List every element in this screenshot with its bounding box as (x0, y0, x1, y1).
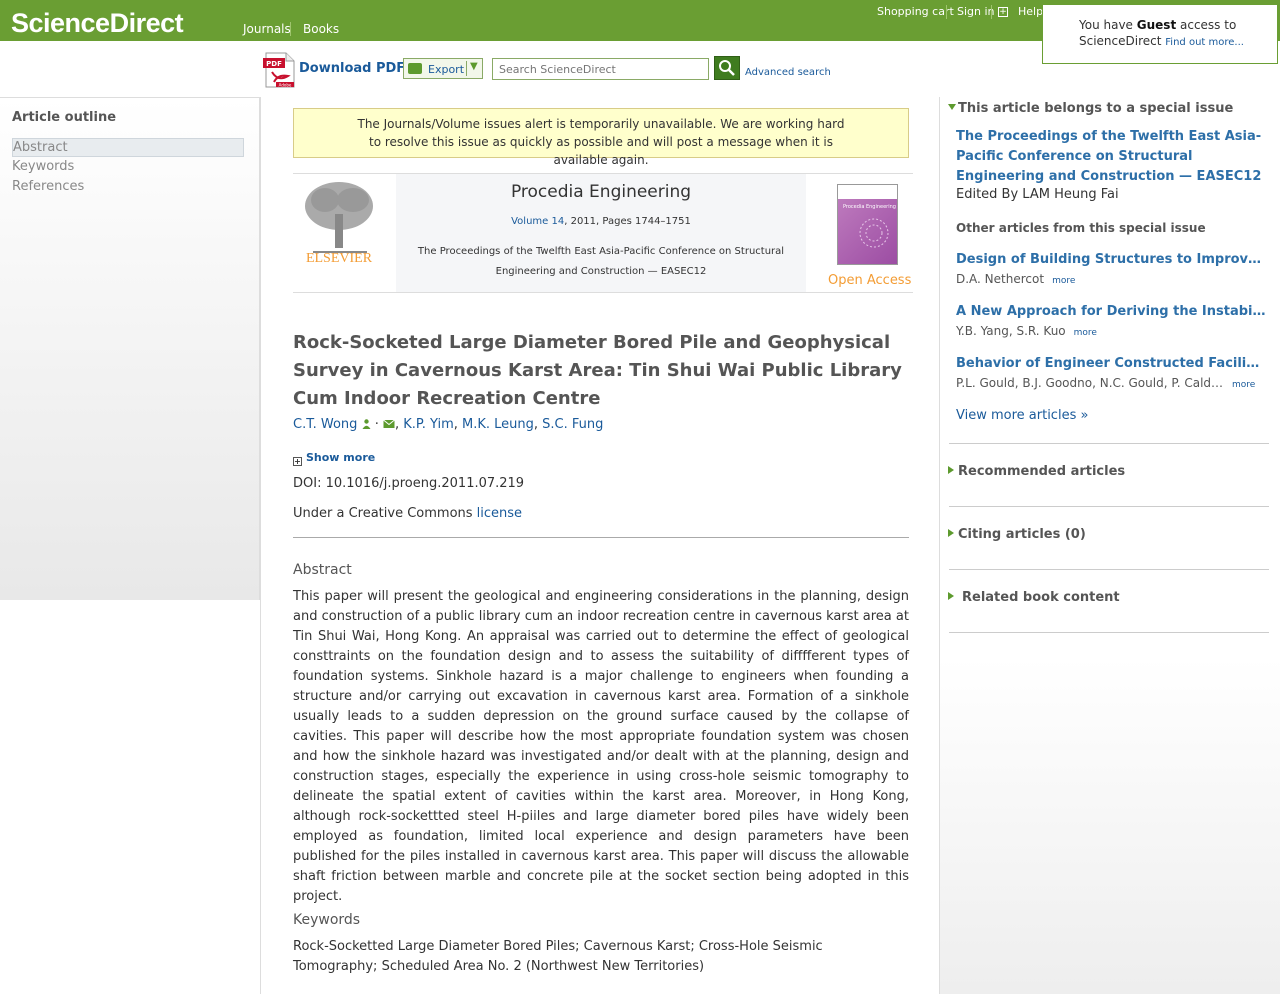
triangle-right-icon (948, 466, 954, 474)
other-article-authors: D.A. Nethercot more (956, 272, 1076, 286)
journal-name[interactable]: Procedia Engineering (396, 182, 806, 202)
special-issue-editor: Edited By LAM Heung Fai (956, 187, 1119, 202)
advanced-search-link[interactable]: Advanced search (745, 67, 831, 78)
outline-item-keywords[interactable]: Keywords (12, 158, 244, 177)
elsevier-logo[interactable]: ELSEVIER (293, 174, 395, 292)
expand-icon: + (293, 457, 302, 466)
email-icon[interactable] (383, 419, 395, 429)
show-more-toggle[interactable]: + Show more (293, 451, 375, 466)
article-outline: Article outline Abstract Keywords Refere… (0, 97, 260, 600)
chevron-down-icon[interactable]: ▼ (470, 61, 478, 72)
outline-item-abstract[interactable]: Abstract (12, 138, 244, 157)
license-line: Under a Creative Commons license (293, 506, 523, 521)
triangle-right-icon (948, 592, 954, 600)
guest-line-1: You have Guest access to (1079, 18, 1237, 32)
journal-info: Procedia Engineering Volume 14, 2011, Pa… (396, 174, 806, 292)
other-articles-heading: Other articles from this special issue (956, 221, 1206, 235)
view-more-articles-link[interactable]: View more articles » (956, 408, 1088, 423)
elsevier-wordmark: ELSEVIER (306, 251, 373, 266)
cover-title: Procedia Engineering (843, 204, 896, 210)
special-issue-title-link[interactable]: The Proceedings of the Twelfth East Asia… (956, 127, 1266, 187)
search-icon (719, 60, 735, 76)
journal-volume: Volume 14, 2011, Pages 1744–1751 (511, 216, 691, 227)
other-article-authors: P.L. Gould, B.J. Goodno, N.C. Gould, P. … (956, 376, 1256, 390)
citing-articles-toggle[interactable]: Citing articles (0) (948, 527, 1086, 542)
search-input[interactable] (492, 58, 709, 80)
divider (293, 537, 909, 538)
journal-cover-image[interactable]: Procedia Engineering (837, 184, 898, 265)
keywords-heading: Keywords (293, 912, 361, 928)
search-button[interactable] (714, 56, 740, 80)
open-access-label: Open Access (828, 273, 912, 288)
utility-divider (991, 5, 992, 19)
export-icon (408, 63, 422, 74)
nav-journals[interactable]: Journals (243, 22, 291, 36)
right-sidebar: This article belongs to a special issue … (940, 97, 1280, 994)
license-link[interactable]: license (477, 506, 522, 521)
proceedings-title: The Proceedings of the Twelfth East Asia… (417, 246, 785, 277)
divider (949, 506, 1269, 507)
author-link[interactable]: S.C. Fung (542, 417, 603, 432)
doi-value[interactable]: 10.1016/j.proeng.2011.07.219 (326, 476, 524, 491)
download-pdf-link[interactable]: Download PDF (299, 61, 405, 76)
divider (949, 443, 1269, 444)
help-expand-icon[interactable]: + (998, 7, 1008, 17)
pdf-badge-text: PDF (266, 60, 282, 68)
adobe-badge-text: Adobe (279, 83, 292, 88)
find-out-more-link[interactable]: Find out more... (1165, 37, 1244, 48)
journal-header: ELSEVIER Procedia Engineering Volume 14,… (293, 173, 913, 293)
author-link[interactable]: K.P. Yim (403, 417, 454, 432)
nav-divider (290, 22, 291, 36)
related-book-content-toggle[interactable]: Related book content (948, 590, 1120, 605)
article-main: The Journals/Volume issues alert is temp… (260, 97, 940, 994)
person-icon[interactable] (362, 419, 371, 429)
export-divider (466, 61, 467, 76)
abstract-heading: Abstract (293, 562, 352, 578)
divider (949, 632, 1269, 633)
volume-link[interactable]: Volume 14 (511, 216, 564, 227)
outline-title: Article outline (12, 110, 117, 125)
more-link[interactable]: more (1074, 328, 1097, 338)
triangle-down-icon (948, 104, 956, 110)
keywords-text: Rock-Socketted Large Diameter Bored Pile… (293, 939, 823, 974)
abstract-text: This paper will present the geological a… (293, 589, 909, 904)
outline-item-references[interactable]: References (12, 178, 244, 197)
author-link[interactable]: C.T. Wong (293, 417, 357, 432)
author-link[interactable]: M.K. Leung (462, 417, 534, 432)
other-article-title[interactable]: Design of Building Structures to Improve… (956, 252, 1266, 267)
other-article-authors: Y.B. Yang, S.R. Kuo more (956, 324, 1097, 338)
shopping-cart-link[interactable]: Shopping cart (877, 5, 954, 18)
more-link[interactable]: more (1232, 380, 1255, 390)
sciencedirect-logo[interactable]: ScienceDirect (11, 8, 184, 39)
pdf-icon[interactable]: PDF Adobe (262, 52, 296, 88)
export-label: Export (428, 63, 465, 76)
guest-line-2: ScienceDirect Find out more... (1079, 34, 1244, 48)
more-link[interactable]: more (1052, 276, 1075, 286)
sign-in-link[interactable]: Sign in (957, 5, 995, 18)
author-list: C.T. Wong · , K.P. Yim, M.K. Leung, S.C.… (293, 417, 604, 432)
alert-banner: The Journals/Volume issues alert is temp… (293, 108, 909, 167)
guest-access-box: You have Guest access to ScienceDirect F… (1042, 4, 1278, 64)
other-article-title[interactable]: A New Approach for Deriving the Instabil… (956, 304, 1266, 319)
utility-divider (946, 5, 947, 19)
divider (949, 569, 1269, 570)
doi: DOI: 10.1016/j.proeng.2011.07.219 (293, 476, 525, 491)
other-article-title[interactable]: Behavior of Engineer Constructed Facilit… (956, 356, 1262, 371)
export-button[interactable]: Export ▼ (403, 58, 483, 79)
help-link[interactable]: Help (1018, 5, 1043, 18)
triangle-right-icon (948, 529, 954, 537)
nav-books[interactable]: Books (303, 22, 339, 36)
special-issue-toggle[interactable]: This article belongs to a special issue (948, 101, 1233, 116)
recommended-articles-toggle[interactable]: Recommended articles (948, 464, 1125, 479)
article-title: Rock-Socketed Large Diameter Bored Pile … (293, 332, 902, 409)
